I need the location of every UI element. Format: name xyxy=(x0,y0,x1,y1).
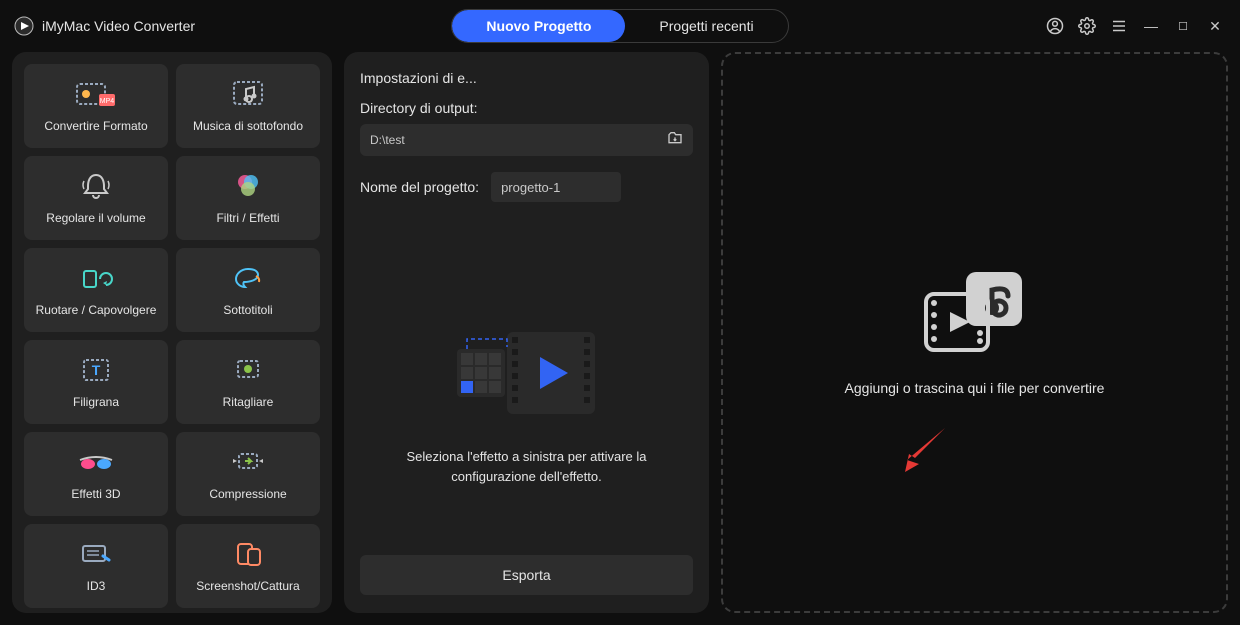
export-settings-panel: Impostazioni di e... Directory di output… xyxy=(344,52,709,613)
project-name-label: Nome del progetto: xyxy=(360,179,479,195)
menu-icon[interactable] xyxy=(1108,15,1130,37)
main-content: MP4 Convertire Formato Musica di sottofo… xyxy=(0,52,1240,625)
titlebar: iMyMac Video Converter Nuovo Progetto Pr… xyxy=(0,0,1240,52)
output-dir-label: Directory di output: xyxy=(360,100,693,116)
account-icon[interactable] xyxy=(1044,15,1066,37)
window-minimize[interactable]: — xyxy=(1140,18,1162,34)
watermark-icon: T xyxy=(74,355,118,385)
volume-bell-icon xyxy=(74,171,118,201)
tool-filters-effects[interactable]: Filtri / Effetti xyxy=(176,156,320,240)
settings-gear-icon[interactable] xyxy=(1076,15,1098,37)
crop-icon xyxy=(226,355,270,385)
tool-screenshot-capture[interactable]: Screenshot/Cattura xyxy=(176,524,320,608)
window-maximize[interactable]: ☐ xyxy=(1172,20,1194,33)
effect-placeholder-message: Seleziona l'effetto a sinistra per attiv… xyxy=(382,447,672,486)
tool-label: ID3 xyxy=(87,579,106,593)
project-name-input[interactable] xyxy=(491,172,621,202)
output-dir-value: D:\test xyxy=(370,133,667,147)
tool-rotate-flip[interactable]: Ruotare / Capovolgere xyxy=(24,248,168,332)
tool-3d-effects[interactable]: Effetti 3D xyxy=(24,432,168,516)
compression-icon xyxy=(226,447,270,477)
tool-label: Musica di sottofondo xyxy=(193,119,303,133)
filters-icon xyxy=(226,171,270,201)
tab-group: Nuovo Progetto Progetti recenti xyxy=(414,9,826,43)
tool-label: Ritagliare xyxy=(223,395,274,409)
music-icon xyxy=(226,79,270,109)
tool-adjust-volume[interactable]: Regolare il volume xyxy=(24,156,168,240)
glasses-3d-icon xyxy=(74,447,118,477)
id3-tag-icon xyxy=(74,539,118,569)
titlebar-left: iMyMac Video Converter xyxy=(14,16,414,36)
tool-id3[interactable]: ID3 xyxy=(24,524,168,608)
tool-compression[interactable]: Compressione xyxy=(176,432,320,516)
svg-text:T: T xyxy=(92,362,101,378)
browse-folder-icon[interactable] xyxy=(667,130,683,151)
tab-recent-projects-label: Progetti recenti xyxy=(659,18,753,34)
annotation-red-arrow-icon xyxy=(895,424,955,474)
app-logo-icon xyxy=(14,16,34,36)
tool-label: Filtri / Effetti xyxy=(216,211,279,225)
dropzone-message: Aggiungi o trascina qui i file per conve… xyxy=(845,380,1105,396)
titlebar-right: — ☐ ✕ xyxy=(826,15,1226,37)
subtitles-icon xyxy=(226,263,270,293)
dropzone-icon xyxy=(920,270,1030,356)
tool-label: Ruotare / Capovolgere xyxy=(36,303,157,317)
tab-recent-projects[interactable]: Progetti recenti xyxy=(625,10,787,42)
tool-subtitles[interactable]: Sottotitoli xyxy=(176,248,320,332)
tab-new-project[interactable]: Nuovo Progetto xyxy=(452,10,625,42)
project-name-row: Nome del progetto: xyxy=(360,172,693,202)
tool-label: Convertire Formato xyxy=(44,119,147,133)
file-dropzone[interactable]: Aggiungi o trascina qui i file per conve… xyxy=(721,52,1228,613)
capture-icon xyxy=(226,539,270,569)
tool-watermark[interactable]: T Filigrana xyxy=(24,340,168,424)
tab-new-project-label: Nuovo Progetto xyxy=(486,18,591,34)
tool-sidebar: MP4 Convertire Formato Musica di sottofo… xyxy=(12,52,332,613)
tool-crop[interactable]: Ritagliare xyxy=(176,340,320,424)
tool-grid: MP4 Convertire Formato Musica di sottofo… xyxy=(24,64,320,608)
app-title: iMyMac Video Converter xyxy=(42,18,195,34)
tool-label: Effetti 3D xyxy=(71,487,120,501)
export-button[interactable]: Esporta xyxy=(360,555,693,595)
tool-background-music[interactable]: Musica di sottofondo xyxy=(176,64,320,148)
effect-placeholder-icon xyxy=(452,327,602,427)
output-dir-field[interactable]: D:\test xyxy=(360,124,693,156)
rotate-icon xyxy=(74,263,118,293)
svg-text:MP4: MP4 xyxy=(100,98,115,105)
export-button-label: Esporta xyxy=(502,567,550,583)
tool-convert-format[interactable]: MP4 Convertire Formato xyxy=(24,64,168,148)
window-close[interactable]: ✕ xyxy=(1204,18,1226,35)
tool-label: Regolare il volume xyxy=(46,211,145,225)
effect-placeholder: Seleziona l'effetto a sinistra per attiv… xyxy=(360,210,693,543)
tool-label: Screenshot/Cattura xyxy=(196,579,299,593)
tool-label: Sottotitoli xyxy=(223,303,272,317)
tool-label: Filigrana xyxy=(73,395,119,409)
tool-label: Compressione xyxy=(209,487,286,501)
settings-heading: Impostazioni di e... xyxy=(360,70,693,86)
convert-format-icon: MP4 xyxy=(74,79,118,109)
